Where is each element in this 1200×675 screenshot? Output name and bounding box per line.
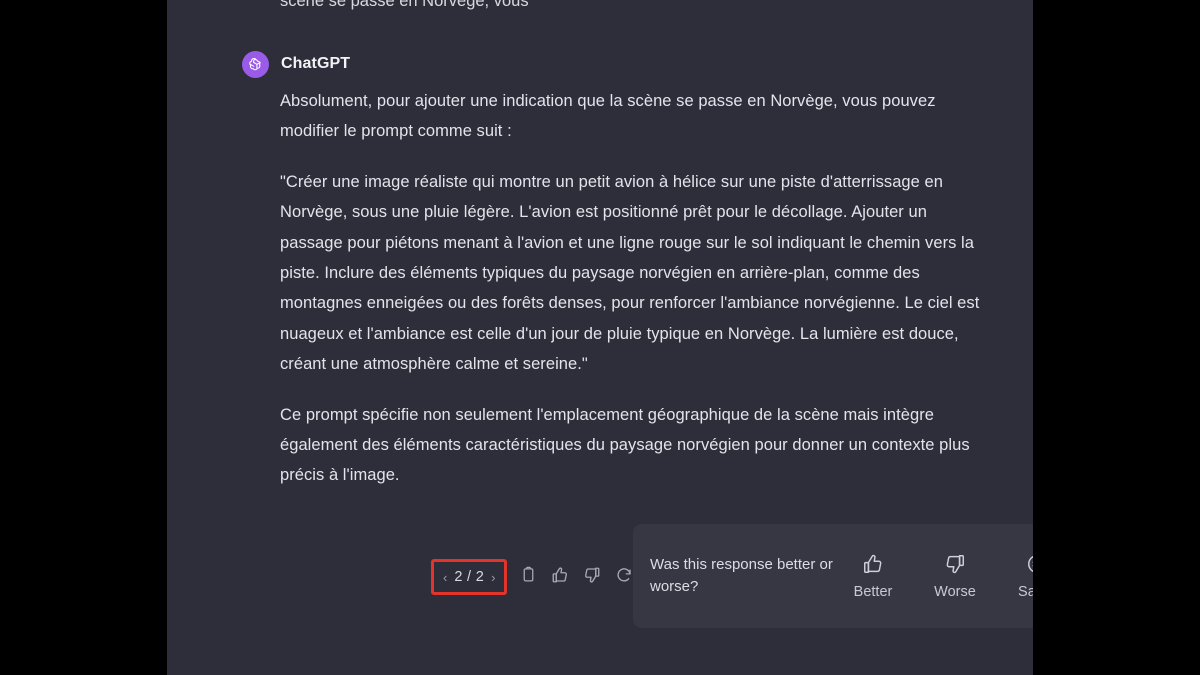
- openai-logo-icon: [242, 50, 269, 78]
- feedback-option-worse[interactable]: Worse: [930, 553, 980, 600]
- equals-circle-icon[interactable]: [1026, 553, 1033, 577]
- thumbs-down-icon[interactable]: [944, 553, 966, 577]
- feedback-option-label: Better: [853, 583, 893, 600]
- cutoff-previous-line: scène se passe en Norvège, vous: [280, 0, 529, 10]
- feedback-question: Was this response better or worse?: [650, 556, 833, 595]
- chevron-right-icon[interactable]: ›: [491, 571, 495, 584]
- message-paragraph: Ce prompt spécifie non seulement l'empla…: [280, 405, 970, 485]
- message-paragraph: "Créer une image réaliste qui montre un …: [280, 172, 980, 374]
- message-author: ChatGPT: [281, 55, 351, 72]
- thumbs-up-icon[interactable]: [862, 553, 884, 577]
- feedback-option-better[interactable]: Better: [848, 553, 898, 600]
- response-pagination[interactable]: ‹ 2 / 2 ›: [431, 559, 508, 595]
- copy-icon[interactable]: [520, 566, 537, 588]
- chat-viewport: scène se passe en Norvège, vous ChatGPT …: [167, 0, 1033, 675]
- feedback-option-label: Same: [1018, 583, 1033, 600]
- assistant-message: ChatGPT Absolument, pour ajouter une ind…: [242, 50, 982, 491]
- thumbs-down-icon[interactable]: [583, 566, 601, 589]
- thumbs-up-icon[interactable]: [551, 566, 569, 589]
- message-body: Absolument, pour ajouter une indication …: [242, 86, 982, 491]
- screenshot-root: scène se passe en Norvège, vous ChatGPT …: [0, 0, 1200, 675]
- feedback-option-label: Worse: [934, 583, 976, 600]
- regenerate-icon[interactable]: [615, 566, 633, 589]
- message-tool-icons: [520, 566, 633, 589]
- feedback-options: Better Worse Sa: [848, 553, 1033, 600]
- message-paragraph: Absolument, pour ajouter une indication …: [280, 92, 936, 141]
- page-count-label: 2 / 2: [454, 568, 485, 585]
- message-header: ChatGPT: [242, 50, 982, 78]
- feedback-card: Was this response better or worse? Bette…: [633, 524, 1033, 628]
- chevron-left-icon[interactable]: ‹: [443, 571, 447, 584]
- feedback-option-same[interactable]: Same: [1012, 553, 1033, 600]
- message-action-bar: ‹ 2 / 2 ›: [431, 559, 633, 595]
